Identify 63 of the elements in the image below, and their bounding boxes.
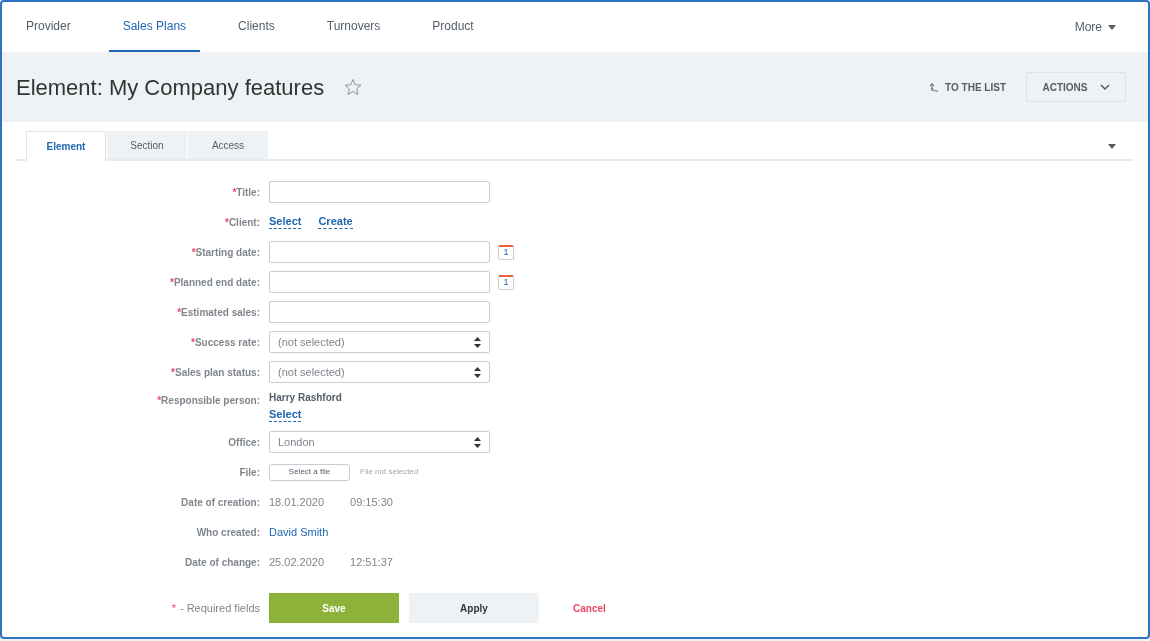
person-name: Harry Rashford: [269, 391, 342, 405]
field-label: Who created:: [196, 525, 260, 540]
star-icon[interactable]: [344, 78, 363, 96]
updown-arrows-icon: [474, 366, 481, 378]
cancel-button[interactable]: Cancel: [559, 593, 620, 623]
form-tab[interactable]: Access: [188, 131, 268, 159]
actions-button[interactable]: ACTIONS: [1026, 72, 1126, 102]
field-label: Estimated sales:: [181, 305, 260, 320]
more-menu[interactable]: More: [1074, 2, 1138, 52]
caret-icon: [1108, 24, 1116, 30]
user-link[interactable]: David Smith: [269, 523, 329, 541]
field-label: File:: [239, 465, 260, 480]
date-field[interactable]: [269, 271, 490, 293]
time-value: 12:51:37: [350, 554, 393, 570]
required-mark: *: [191, 335, 195, 350]
required-mark: *: [171, 365, 175, 380]
text-field[interactable]: [269, 301, 490, 323]
field-label: Date of creation:: [181, 495, 260, 510]
updown-arrows-icon: [474, 436, 481, 448]
required-mark: *: [171, 600, 176, 616]
field-label: Responsible person:: [161, 394, 260, 408]
calendar-icon[interactable]: 1: [498, 274, 514, 290]
select-field[interactable]: (not selected): [269, 361, 490, 383]
select-field[interactable]: (not selected): [269, 331, 490, 353]
nav-tab[interactable]: Turnovers: [312, 2, 395, 52]
nav-tab[interactable]: Clients: [224, 2, 289, 52]
select-file-button[interactable]: Select a file: [269, 463, 350, 481]
field-label: Planned end date:: [173, 275, 260, 290]
field-label: Date of change:: [185, 555, 260, 570]
to-list-button[interactable]: TO THE LIST: [929, 79, 1006, 95]
field-label: Title:: [236, 185, 260, 200]
time-value: 09:15:30: [350, 494, 393, 510]
date-value: 25.02.2020: [269, 554, 325, 570]
field-label: Success rate:: [194, 335, 260, 350]
dashed-link[interactable]: Create: [318, 215, 353, 229]
dashed-link[interactable]: Select: [269, 408, 302, 422]
field-label: Office:: [228, 435, 260, 450]
field-label: Client:: [228, 215, 260, 230]
nav-tab[interactable]: Provider: [12, 2, 85, 52]
text-field[interactable]: [269, 181, 490, 203]
required-mark: *: [177, 305, 182, 320]
required-note: - Required fields: [179, 600, 260, 616]
page-title: Element: My Company features: [16, 73, 325, 102]
required-mark: *: [157, 394, 162, 408]
calendar-icon[interactable]: 1: [498, 244, 514, 260]
date-value: 18.01.2020: [269, 494, 325, 510]
date-field[interactable]: [269, 241, 490, 263]
form-tab[interactable]: Element: [26, 131, 106, 161]
required-mark: *: [169, 275, 174, 290]
required-mark: *: [225, 215, 229, 230]
return-arrow-icon: [929, 82, 940, 92]
dashed-link[interactable]: Select: [269, 215, 302, 229]
form-tab[interactable]: Section: [107, 131, 187, 159]
required-mark: *: [191, 245, 196, 260]
field-label: Starting date:: [195, 245, 260, 260]
chevron-down-icon: [1099, 84, 1110, 90]
caret-icon: [1108, 144, 1116, 149]
field-label: Sales plan status:: [174, 365, 260, 380]
nav-tab[interactable]: Product: [418, 2, 488, 52]
apply-button[interactable]: Apply: [409, 593, 539, 623]
select-field[interactable]: London: [269, 431, 490, 453]
updown-arrows-icon: [474, 336, 481, 348]
file-status: File not selected: [360, 466, 419, 478]
